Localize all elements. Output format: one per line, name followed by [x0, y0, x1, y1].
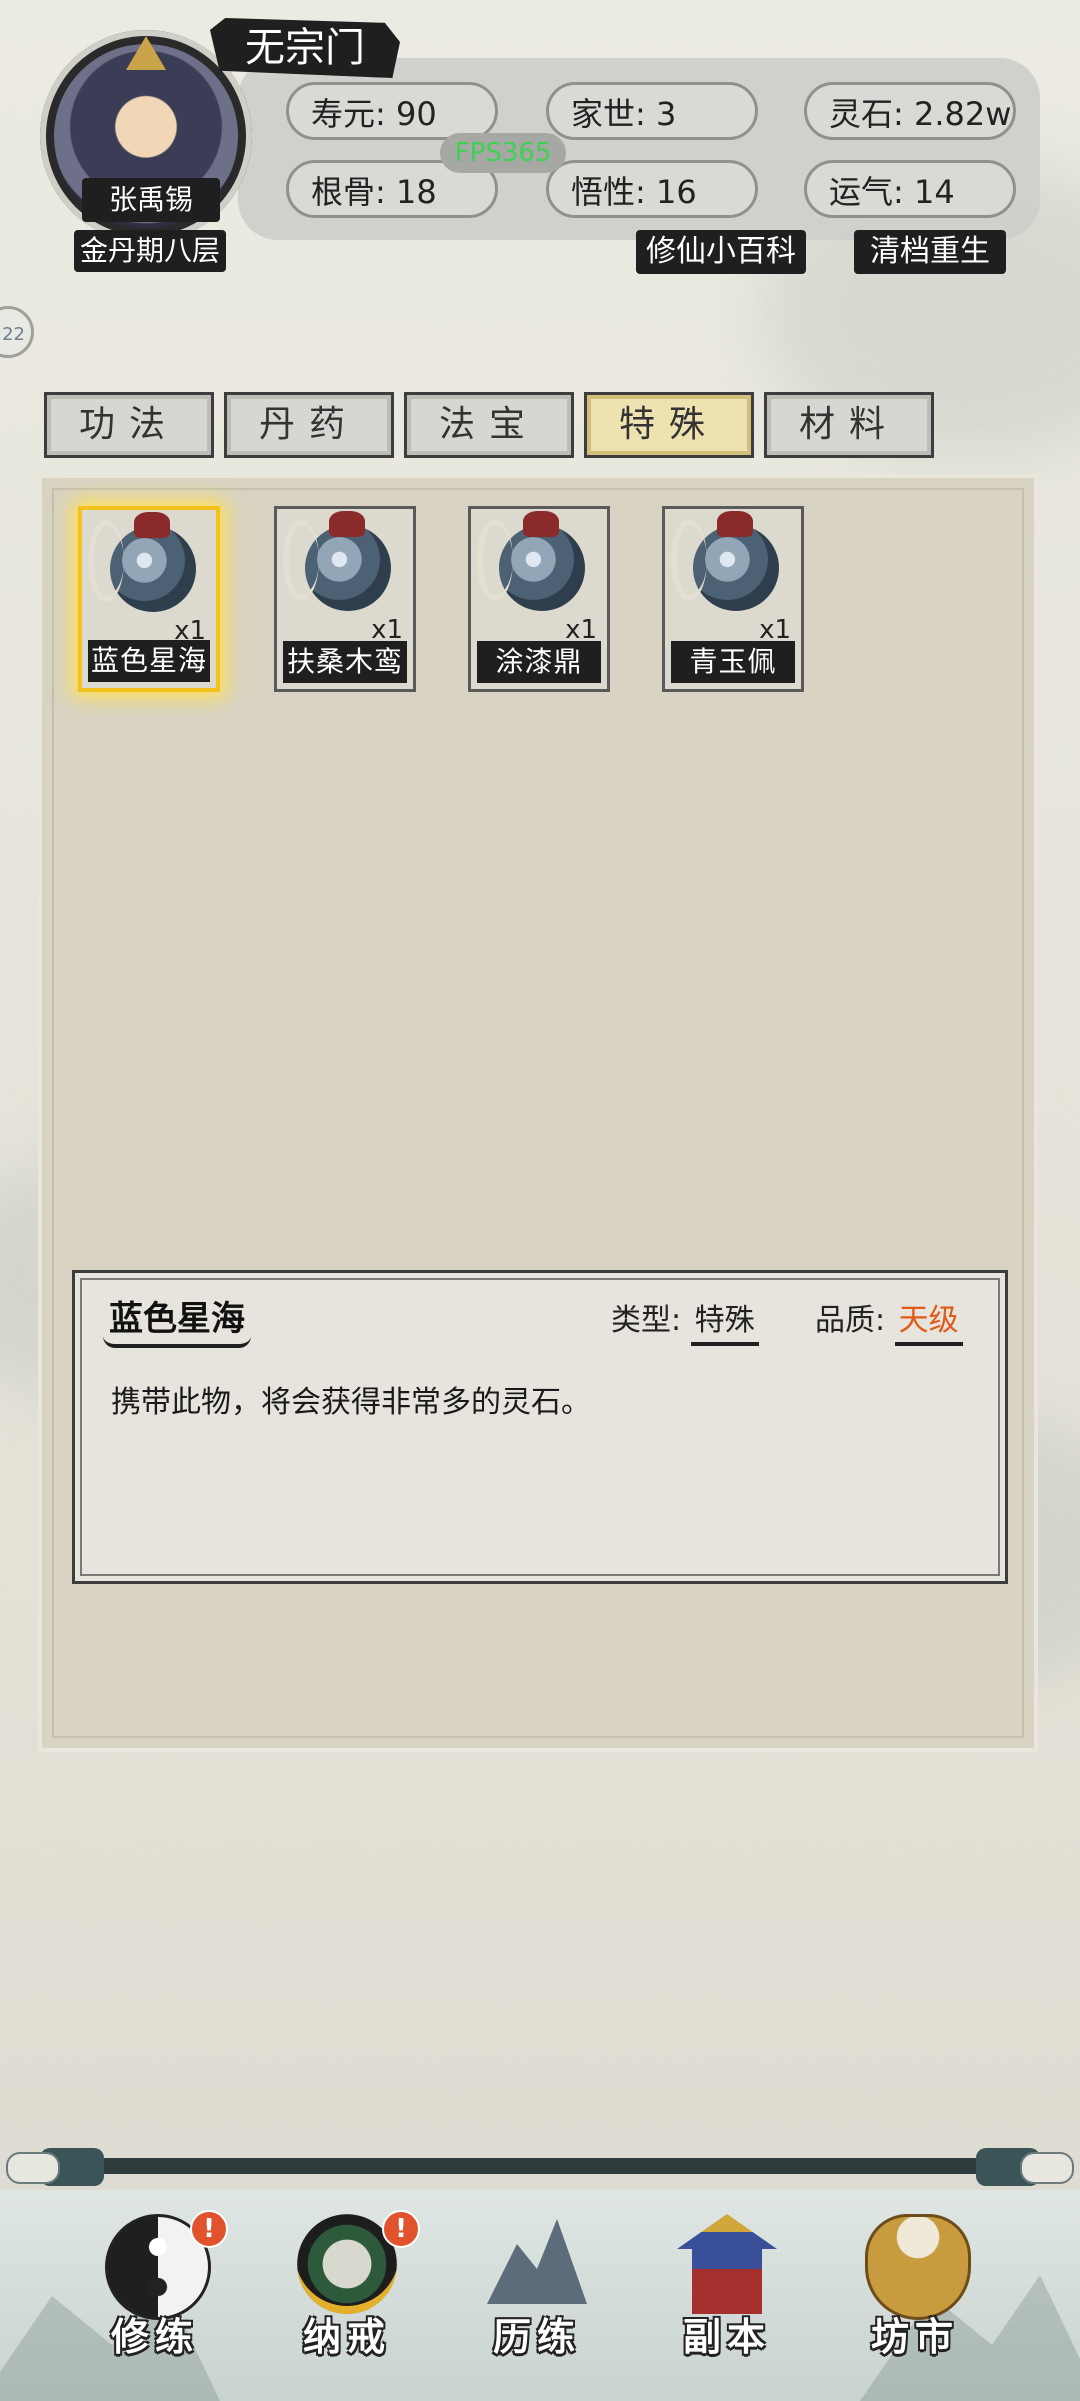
item-slot[interactable]: x1 涂漆鼎 — [468, 506, 610, 692]
rebirth-button[interactable]: 清档重生 — [854, 230, 1006, 274]
quality-label: 品质: — [815, 1303, 886, 1338]
detail-type: 类型: 特殊 — [611, 1295, 759, 1346]
rod-cap-left — [6, 2152, 60, 2184]
encyclopedia-button[interactable]: 修仙小百科 — [636, 230, 806, 274]
character-realm: 金丹期八层 — [74, 230, 226, 272]
rod-bar — [40, 2158, 1040, 2174]
type-label: 类型: — [611, 1303, 682, 1338]
nav-label: 历练 — [492, 2315, 581, 2359]
rod-cap-right — [1020, 2152, 1074, 2184]
alert-badge: ! — [382, 2210, 420, 2248]
fps-counter: FPS365 — [440, 133, 566, 173]
player-header: 寿元: 90 家世: 3 灵石: 2.82w 根骨: 18 悟性: 16 运气:… — [0, 0, 1080, 290]
character-name: 张禹锡 — [82, 178, 220, 222]
item-detail-box: 蓝色星海 类型: 特殊 品质: 天级 携带此物，将会获得非常多的灵石。 — [72, 1270, 1008, 1584]
mountain-icon — [487, 2219, 587, 2304]
nav-dungeon[interactable]: 副本 — [652, 2214, 802, 2384]
detail-title: 蓝色星海 — [103, 1291, 251, 1348]
item-slot[interactable]: x1 蓝色星海 — [78, 506, 220, 692]
alert-badge: ! — [190, 2210, 228, 2248]
nav-label: 副本 — [682, 2315, 771, 2359]
gourd-icon — [671, 511, 779, 611]
tab-artifacts[interactable]: 法宝 — [404, 392, 574, 458]
stat-comprehension: 悟性: 16 — [546, 160, 758, 218]
gourd-icon — [88, 512, 196, 612]
detail-quality: 品质: 天级 — [815, 1295, 963, 1346]
item-slot[interactable]: x1 扶桑木鸾 — [274, 506, 416, 692]
item-name: 青玉佩 — [671, 641, 795, 683]
stat-spirit-stones: 灵石: 2.82w — [804, 82, 1016, 140]
nav-market[interactable]: 坊市 — [840, 2214, 990, 2384]
tab-techniques[interactable]: 功法 — [44, 392, 214, 458]
nav-label: 修练 — [110, 2315, 199, 2359]
item-name: 蓝色星海 — [88, 640, 210, 682]
detail-description: 携带此物，将会获得非常多的灵石。 — [111, 1385, 591, 1420]
nav-label: 坊市 — [870, 2315, 959, 2359]
tab-special[interactable]: 特殊 — [584, 392, 754, 458]
stat-lifespan: 寿元: 90 — [286, 82, 498, 140]
side-badge[interactable]: 22 — [0, 306, 34, 358]
cauldron-icon — [865, 2214, 971, 2320]
stat-family: 家世: 3 — [546, 82, 758, 140]
stat-luck: 运气: 14 — [804, 160, 1016, 218]
item-name: 扶桑木鸾 — [283, 641, 407, 683]
nav-cultivate[interactable]: ! 修练 — [80, 2210, 230, 2384]
sect-name: 无宗门 — [210, 18, 400, 78]
quality-value: 天级 — [894, 1303, 963, 1346]
nav-storage-ring[interactable]: ! 纳戒 — [272, 2210, 422, 2384]
pavilion-icon — [677, 2214, 777, 2314]
item-slot[interactable]: x1 青玉佩 — [662, 506, 804, 692]
category-tabs: 功法 丹药 法宝 特殊 材料 — [44, 392, 944, 462]
tab-pills[interactable]: 丹药 — [224, 392, 394, 458]
nav-adventure[interactable]: 历练 — [462, 2214, 612, 2384]
bottom-nav: ! 修练 ! 纳戒 历练 副本 坊市 — [0, 2190, 1080, 2401]
tab-materials[interactable]: 材料 — [764, 392, 934, 458]
gourd-icon — [283, 511, 391, 611]
type-value: 特殊 — [690, 1303, 759, 1346]
nav-label: 纳戒 — [302, 2315, 391, 2359]
gourd-icon — [477, 511, 585, 611]
scroll-rod-divider — [0, 2148, 1080, 2186]
item-name: 涂漆鼎 — [477, 641, 601, 683]
